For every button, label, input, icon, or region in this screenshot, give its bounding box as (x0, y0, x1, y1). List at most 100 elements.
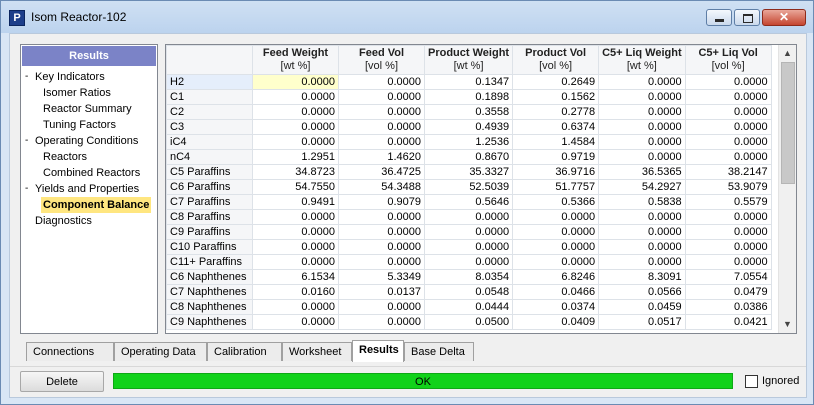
table-cell[interactable]: 0.2778 (512, 104, 600, 120)
table-cell[interactable]: 0.3558 (423, 104, 514, 120)
table-cell[interactable]: 0.0000 (338, 209, 425, 225)
table-cell[interactable]: 0.0000 (252, 224, 339, 240)
table-cell[interactable]: 51.7757 (512, 179, 600, 195)
table-cell[interactable]: 6.8246 (512, 269, 600, 285)
scroll-down-icon[interactable]: ▼ (779, 316, 796, 333)
table-cell[interactable]: 0.5366 (512, 194, 600, 210)
table-cell[interactable]: 0.0000 (252, 89, 339, 105)
table-row[interactable]: C8 Naphthenes 0.0000 0.0000 0.0444 0.0374 0.0… (166, 299, 772, 315)
collapse-icon[interactable]: - (25, 181, 31, 197)
row-label[interactable]: C8 Naphthenes (166, 299, 253, 315)
table-cell[interactable]: 0.0000 (423, 224, 514, 240)
delete-button[interactable]: Delete (20, 371, 104, 392)
tree-item-tuning-factors[interactable]: Tuning Factors (43, 117, 116, 133)
column-header[interactable]: Product Weight [wt %] (423, 45, 514, 75)
table-cell[interactable]: 1.2536 (423, 134, 514, 150)
table-cell[interactable]: 54.3488 (338, 179, 425, 195)
table-cell[interactable]: 35.3327 (423, 164, 514, 180)
table-cell[interactable]: 0.0000 (598, 74, 686, 90)
table-cell[interactable]: 0.0000 (684, 119, 772, 135)
tree-item-yields-and-properties[interactable]: Yields and Properties (35, 181, 139, 197)
table-row[interactable]: H2 0.0000 0.0000 0.1347 0.2649 0.0000 0.0000 (166, 74, 772, 90)
table-cell[interactable]: 0.0374 (512, 299, 600, 315)
table-cell[interactable]: 0.4939 (423, 119, 514, 135)
table-cell[interactable]: 0.0000 (252, 134, 339, 150)
table-cell[interactable]: 0.0000 (684, 149, 772, 165)
tab-calibration[interactable]: Calibration (207, 342, 282, 361)
table-cell[interactable]: 5.3349 (338, 269, 425, 285)
table-cell[interactable]: 36.9716 (512, 164, 600, 180)
table-row[interactable]: C9 Naphthenes 0.0000 0.0000 0.0500 0.0409 0.0… (166, 314, 772, 330)
table-cell[interactable]: 1.4620 (338, 149, 425, 165)
table-cell[interactable]: 8.3091 (598, 269, 686, 285)
table-cell[interactable]: 0.0517 (598, 314, 686, 330)
collapse-icon[interactable]: - (25, 133, 31, 149)
table-cell[interactable]: 1.2951 (252, 149, 339, 165)
table-row[interactable]: C5 Paraffins 34.8723 36.4725 35.3327 36.9716… (166, 164, 772, 180)
table-cell[interactable]: 0.5579 (684, 194, 772, 210)
ignored-checkbox[interactable] (745, 374, 758, 388)
table-cell[interactable]: 0.0000 (338, 134, 425, 150)
table-cell[interactable]: 0.0000 (423, 254, 514, 270)
table-cell[interactable]: 0.0000 (338, 89, 425, 105)
maximize-button[interactable] (734, 9, 760, 26)
table-cell[interactable]: 0.0137 (338, 284, 425, 300)
column-header[interactable]: Product Vol [vol %] (512, 45, 600, 75)
table-row[interactable]: iC4 0.0000 0.0000 1.2536 1.4584 0.0000 0.0000 (166, 134, 772, 150)
table-cell[interactable]: 52.5039 (423, 179, 514, 195)
table-cell[interactable]: 0.0000 (684, 239, 772, 255)
tree-item-isomer-ratios[interactable]: Isomer Ratios (43, 85, 111, 101)
table-cell[interactable]: 0.0000 (423, 239, 514, 255)
tree-item-reactor-summary[interactable]: Reactor Summary (43, 101, 132, 117)
table-cell[interactable]: 0.9719 (512, 149, 600, 165)
table-cell[interactable]: 0.0000 (684, 224, 772, 240)
table-cell[interactable]: 0.0479 (684, 284, 772, 300)
table-cell[interactable]: 0.8670 (423, 149, 514, 165)
table-row[interactable]: C6 Paraffins 54.7550 54.3488 52.5039 51.7757… (166, 179, 772, 195)
table-row[interactable]: C9 Paraffins 0.0000 0.0000 0.0000 0.0000 0.00… (166, 224, 772, 240)
table-cell[interactable]: 0.0000 (252, 119, 339, 135)
table-cell[interactable]: 0.0000 (338, 299, 425, 315)
table-cell[interactable]: 0.0000 (252, 254, 339, 270)
scroll-thumb[interactable] (781, 62, 795, 184)
table-cell[interactable]: 0.0000 (252, 104, 339, 120)
table-cell[interactable]: 0.0000 (684, 74, 772, 90)
table-cell[interactable]: 0.0000 (684, 89, 772, 105)
row-label[interactable]: C10 Paraffins (166, 239, 253, 255)
table-cell[interactable]: 1.4584 (512, 134, 600, 150)
table-cell[interactable]: 0.0000 (338, 239, 425, 255)
table-cell[interactable]: 0.0000 (252, 314, 339, 330)
table-cell[interactable]: 0.0421 (684, 314, 772, 330)
table-cell[interactable]: 0.1347 (423, 74, 514, 90)
table-row[interactable]: C10 Paraffins 0.0000 0.0000 0.0000 0.0000 0.0… (166, 239, 772, 255)
close-button[interactable]: ✕ (762, 9, 806, 26)
tree-item-operating-conditions[interactable]: Operating Conditions (35, 133, 138, 149)
table-cell[interactable]: 36.5365 (598, 164, 686, 180)
table-cell[interactable]: 53.9079 (684, 179, 772, 195)
table-cell[interactable]: 0.9079 (338, 194, 425, 210)
vertical-scrollbar[interactable]: ▲ ▼ (778, 45, 796, 333)
table-cell[interactable]: 0.0000 (598, 119, 686, 135)
table-cell[interactable]: 54.2927 (598, 179, 686, 195)
ignored-toggle[interactable]: Ignored (745, 374, 799, 388)
table-cell[interactable]: 0.0000 (338, 119, 425, 135)
tree-item-reactors[interactable]: Reactors (43, 149, 87, 165)
table-row[interactable]: C7 Paraffins 0.9491 0.9079 0.5646 0.5366 0.58… (166, 194, 772, 210)
tab-results[interactable]: Results (352, 340, 404, 362)
row-label[interactable]: C8 Paraffins (166, 209, 253, 225)
table-cell[interactable]: 0.9491 (252, 194, 339, 210)
tab-connections[interactable]: Connections (26, 342, 114, 361)
table-cell[interactable]: 0.0409 (512, 314, 600, 330)
table-cell[interactable]: 0.0000 (684, 209, 772, 225)
table-cell[interactable]: 0.0000 (684, 104, 772, 120)
tree-item-component-balance[interactable]: Component Balance (41, 197, 152, 213)
table-row[interactable]: C8 Paraffins 0.0000 0.0000 0.0000 0.0000 0.00… (166, 209, 772, 225)
table-cell[interactable]: 0.0466 (512, 284, 600, 300)
table-cell[interactable]: 0.0000 (338, 254, 425, 270)
table-cell[interactable]: 0.0000 (338, 74, 425, 90)
table-row[interactable]: C3 0.0000 0.0000 0.4939 0.6374 0.0000 0.0000 (166, 119, 772, 135)
table-cell[interactable]: 0.0000 (252, 209, 339, 225)
table-cell[interactable]: 38.2147 (684, 164, 772, 180)
table-cell[interactable]: 0.0000 (598, 209, 686, 225)
row-label[interactable]: C5 Paraffins (166, 164, 253, 180)
